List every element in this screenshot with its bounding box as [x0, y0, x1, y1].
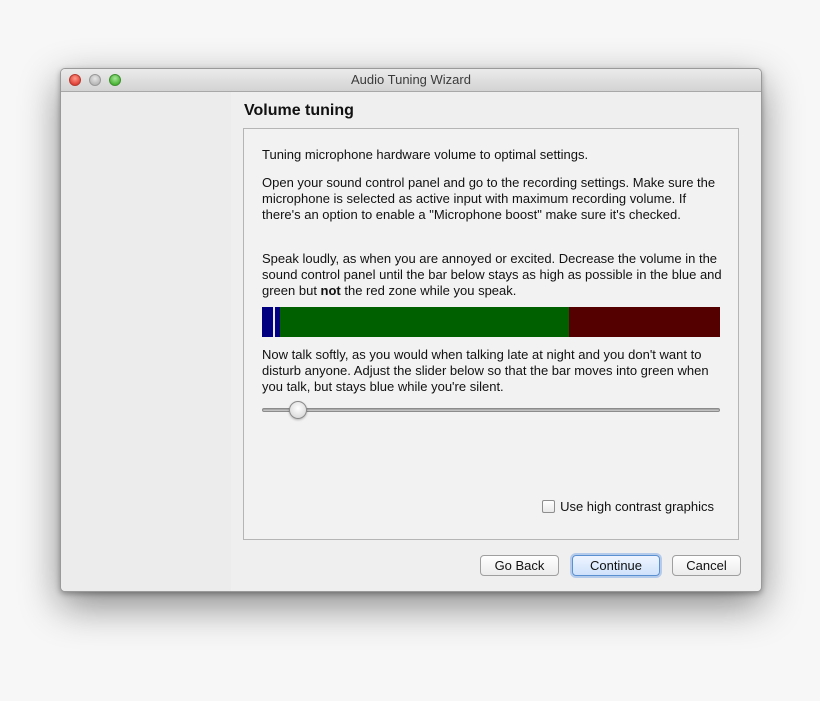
- continue-button[interactable]: Continue: [572, 555, 660, 576]
- wizard-sidebar: [61, 92, 231, 591]
- volume-tuning-panel: Tuning microphone hardware volume to opt…: [243, 128, 739, 540]
- go-back-button[interactable]: Go Back: [480, 555, 559, 576]
- voice-hold-slider-track[interactable]: [262, 408, 720, 412]
- page-title: Volume tuning: [244, 102, 354, 119]
- loud-speech-text-end: the red zone while you speak.: [340, 283, 517, 298]
- title-bar[interactable]: Audio Tuning Wizard: [61, 69, 761, 92]
- meter-level-indicator: [273, 307, 275, 337]
- cancel-button[interactable]: Cancel: [672, 555, 741, 576]
- audio-tuning-wizard-window: Audio Tuning Wizard Volume tuning Tuning…: [60, 68, 762, 592]
- voice-hold-slider-knob[interactable]: [289, 401, 307, 419]
- loud-speech-emphasis: not: [320, 283, 341, 298]
- volume-level-meter: [262, 307, 720, 337]
- meter-red-zone: [569, 307, 720, 337]
- instructions-text: Open your sound control panel and go to …: [262, 175, 716, 222]
- wizard-content: Volume tuning Tuning microphone hardware…: [231, 92, 761, 591]
- high-contrast-label: Use high contrast graphics: [560, 499, 714, 514]
- intro-text: Tuning microphone hardware volume to opt…: [262, 147, 589, 162]
- soft-speech-text: Now talk softly, as you would when talki…: [262, 347, 709, 394]
- high-contrast-checkbox[interactable]: [542, 500, 556, 513]
- meter-blue-zone: [262, 307, 280, 337]
- meter-green-zone: [280, 307, 569, 337]
- high-contrast-option[interactable]: Use high contrast graphics: [542, 499, 714, 514]
- loud-speech-text: Speak loudly, as when you are annoyed or…: [262, 251, 722, 299]
- window-title: Audio Tuning Wizard: [351, 72, 471, 87]
